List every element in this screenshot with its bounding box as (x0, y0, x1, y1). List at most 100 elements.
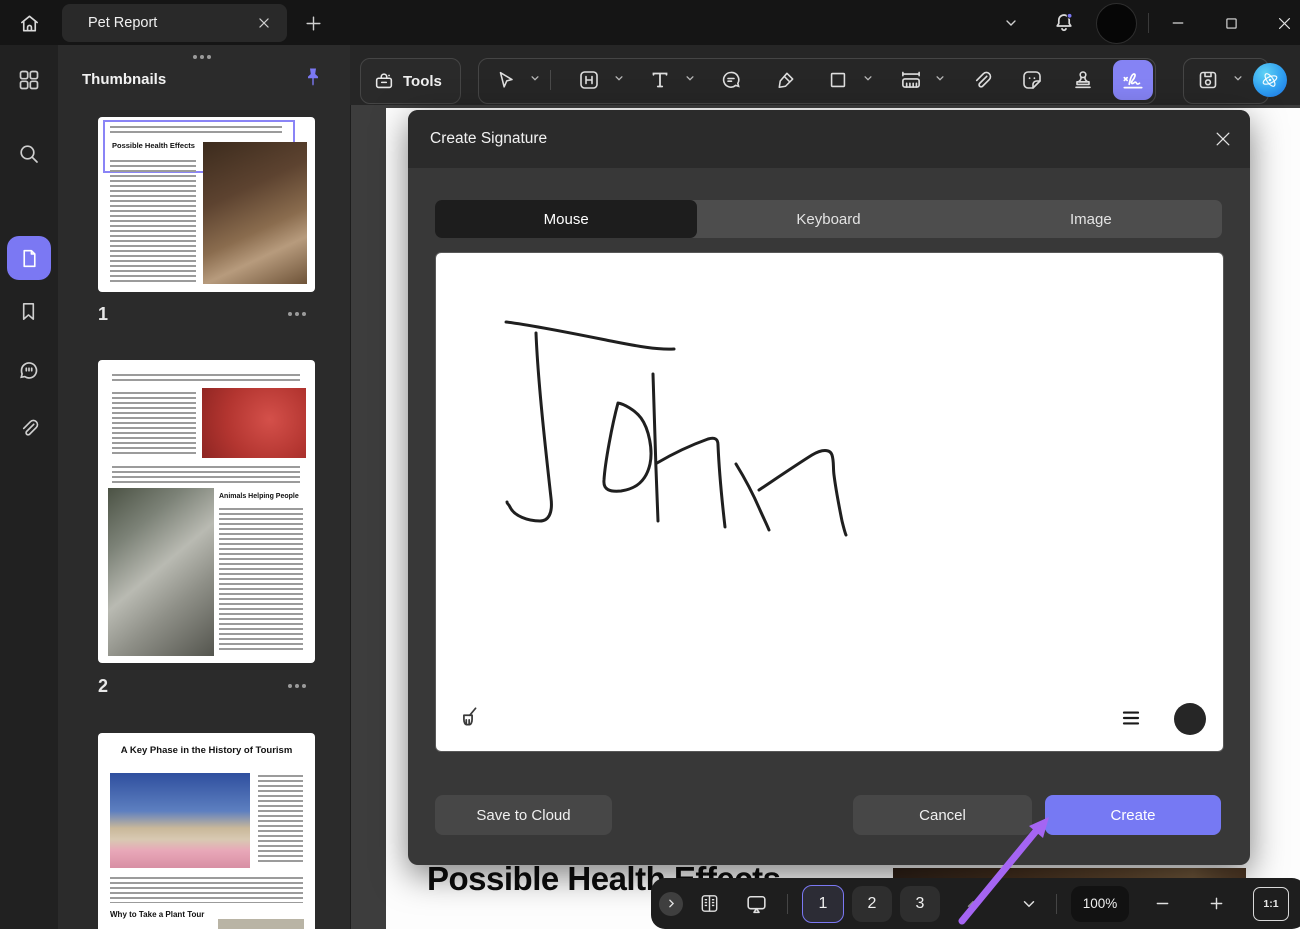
select-tool[interactable] (493, 63, 519, 97)
heading-box-icon (577, 68, 601, 92)
expand-bar-button[interactable] (659, 892, 683, 916)
thumb1-page-number: 1 (98, 304, 108, 325)
thumbnail-page-1[interactable]: Possible Health Effects (98, 117, 315, 292)
stamp-tool[interactable] (1069, 63, 1097, 97)
zoom-out-button[interactable] (1147, 889, 1177, 919)
book-layout-icon (698, 892, 721, 915)
dialog-title: Create Signature (430, 130, 547, 148)
dialog-close-button[interactable] (1213, 129, 1235, 151)
previous-page-button[interactable] (958, 889, 988, 919)
page-button-1[interactable]: 1 (802, 885, 844, 923)
signature-drawing-canvas[interactable] (435, 252, 1224, 752)
maximize-button[interactable] (1217, 11, 1245, 35)
ai-swirl-icon (1259, 69, 1281, 91)
zoom-level[interactable]: 100% (1071, 886, 1129, 922)
comment-tool[interactable] (717, 63, 745, 97)
tab-title: Pet Report (88, 15, 257, 31)
comment-icon (17, 358, 41, 382)
titlebar-divider (1148, 13, 1149, 33)
signature-tool-active[interactable] (1113, 60, 1153, 100)
page-button-2[interactable]: 2 (852, 886, 892, 922)
comment-search-icon (719, 68, 743, 92)
create-button[interactable]: Create (1045, 795, 1221, 835)
screen-icon (744, 891, 769, 916)
next-page-button[interactable] (1014, 889, 1044, 919)
cancel-button[interactable]: Cancel (853, 795, 1032, 835)
close-window-button[interactable] (1270, 11, 1298, 35)
thumbnail-page-2[interactable]: Animals Helping People (98, 360, 315, 663)
thumb2-mid-textlines (112, 466, 300, 484)
sticker-icon (1020, 68, 1044, 92)
sidebar-item-comments[interactable] (17, 358, 41, 382)
tab-keyboard[interactable]: Keyboard (697, 200, 959, 238)
panel-drag-handle[interactable] (200, 55, 204, 59)
thumb1-left-column-textlines (110, 160, 196, 282)
paperclip-icon (970, 69, 993, 92)
thumb3-subheading: Why to Take a Plant Tour (110, 910, 204, 919)
page-button-3[interactable]: 3 (900, 886, 940, 922)
page-navigation-bar: 1 2 3 100% 1:1 (651, 878, 1300, 929)
heading-tool-dropdown[interactable] (612, 71, 626, 85)
chevron-down-icon (683, 71, 697, 85)
line-weight-icon (1118, 705, 1144, 731)
signature-strokes (436, 253, 1223, 751)
thumb1-more-button[interactable] (295, 312, 299, 316)
pin-panel-button[interactable] (301, 65, 325, 89)
document-tab[interactable]: Pet Report (62, 4, 287, 42)
sticker-tool[interactable] (1018, 63, 1046, 97)
presentation-button[interactable] (737, 885, 775, 923)
thumbnails-panel: Thumbnails Possible Health Effects 1 Ani… (58, 45, 351, 929)
stroke-width-button[interactable] (1118, 705, 1146, 733)
thumb2-right-column-textlines (219, 508, 303, 650)
highlighter-icon (774, 69, 797, 92)
new-tab-button[interactable] (302, 12, 324, 34)
stroke-color-swatch[interactable] (1174, 703, 1206, 735)
sidebar-item-thumbnails[interactable] (7, 236, 51, 280)
home-button[interactable] (16, 11, 42, 35)
thumb3-heading: A Key Phase in the History of Tourism (108, 745, 305, 756)
titlebar: Pet Report (0, 0, 1300, 45)
minimize-icon (1169, 14, 1187, 32)
attach-tool[interactable] (967, 63, 995, 97)
tools-button[interactable]: Tools (360, 58, 461, 104)
thumbnail-page-3[interactable]: A Key Phase in the History of Tourism Wh… (98, 733, 315, 929)
clear-canvas-button[interactable] (454, 703, 484, 733)
actual-size-button[interactable]: 1:1 (1253, 887, 1289, 921)
titlebar-dropdown[interactable] (1000, 14, 1022, 32)
heading-tool[interactable] (575, 63, 603, 97)
chevron-down-icon (1003, 15, 1019, 31)
chevron-down-icon (1231, 71, 1245, 85)
minimize-button[interactable] (1164, 11, 1192, 35)
select-tool-dropdown[interactable] (528, 71, 542, 85)
shape-tool-dropdown[interactable] (861, 71, 875, 85)
tab-image[interactable]: Image (960, 200, 1222, 238)
zoom-in-button[interactable] (1201, 889, 1231, 919)
reading-layout-button[interactable] (691, 886, 727, 922)
text-tool[interactable] (646, 63, 674, 97)
pin-icon (301, 65, 325, 89)
sidebar-item-bookmarks[interactable] (17, 300, 41, 324)
sidebar-item-search[interactable] (17, 142, 41, 166)
save-dropdown[interactable] (1231, 71, 1245, 85)
dialog-header: Create Signature (408, 110, 1250, 168)
thumb2-more-button[interactable] (295, 684, 299, 688)
bookmark-icon (17, 300, 40, 323)
sidebar-item-attachments[interactable] (17, 417, 41, 441)
notifications-button[interactable] (1050, 9, 1078, 37)
shape-tool[interactable] (824, 63, 852, 97)
text-tool-dropdown[interactable] (683, 71, 697, 85)
measure-tool-dropdown[interactable] (933, 71, 947, 85)
text-icon (648, 68, 672, 92)
ai-assistant-button[interactable] (1253, 63, 1287, 97)
measure-tool[interactable] (896, 63, 926, 97)
page-icon (18, 247, 41, 270)
tab-mouse[interactable]: Mouse (435, 200, 697, 238)
save-button[interactable] (1193, 63, 1223, 97)
highlighter-tool[interactable] (771, 63, 799, 97)
save-to-cloud-button[interactable]: Save to Cloud (435, 795, 612, 835)
tab-close-icon[interactable] (257, 16, 271, 30)
toolbox-icon (373, 70, 395, 92)
chevron-down-icon (861, 71, 875, 85)
sidebar-item-apps[interactable] (17, 68, 41, 92)
user-avatar[interactable] (1096, 3, 1137, 44)
